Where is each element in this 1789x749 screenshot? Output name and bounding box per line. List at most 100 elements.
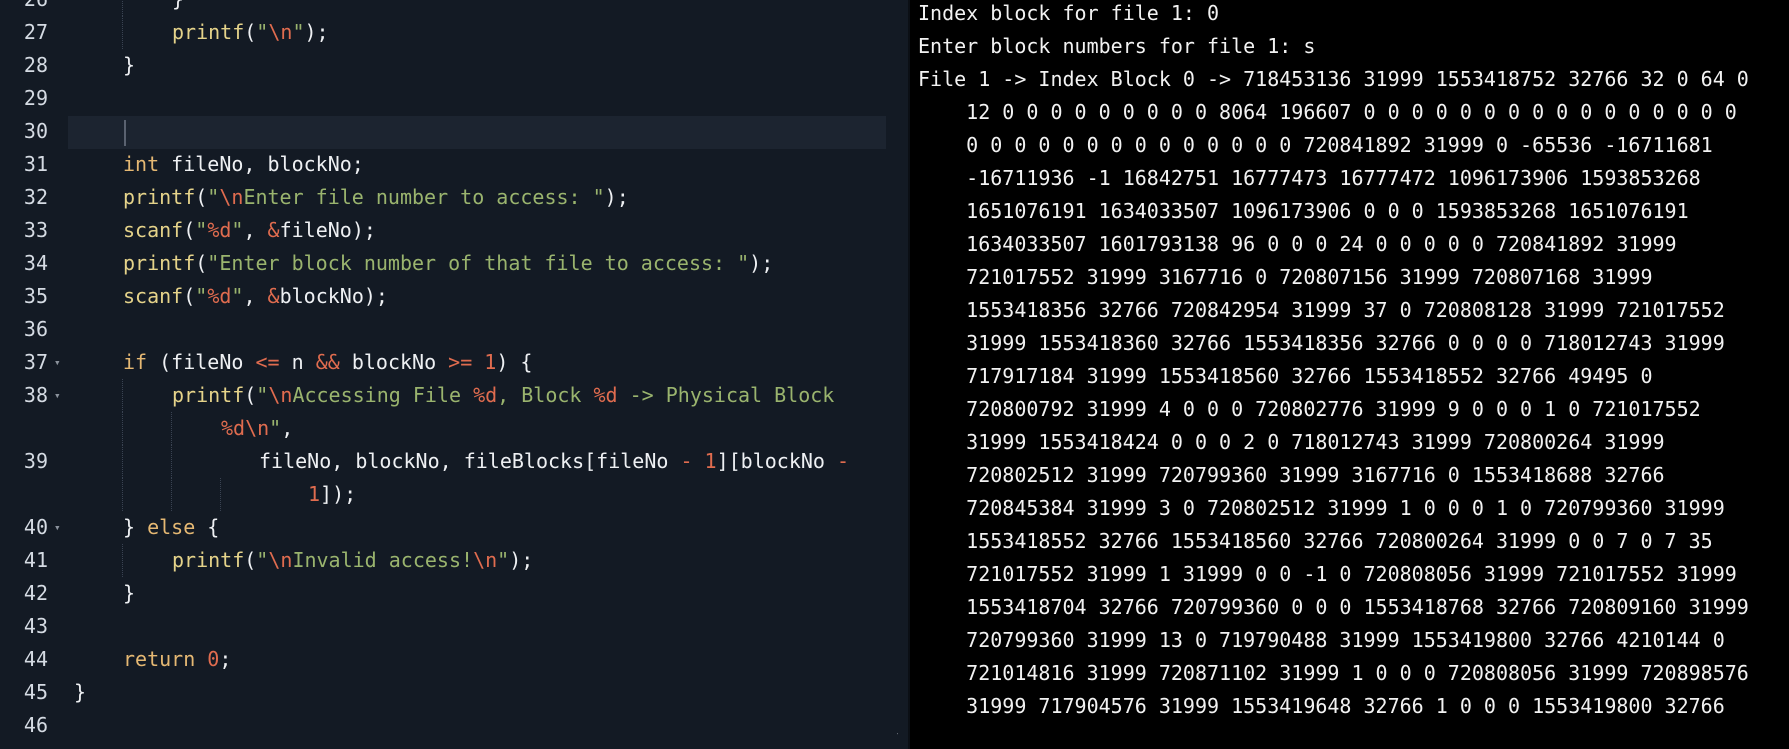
code-line[interactable]: scanf("%d", &blockNo); xyxy=(123,280,388,313)
code-line[interactable]: } xyxy=(123,49,135,82)
code-token: " xyxy=(292,20,305,44)
indent-guide xyxy=(122,0,123,16)
code-token: 1 xyxy=(484,350,497,374)
code-token: " xyxy=(231,284,244,308)
code-line[interactable]: printf("Enter block number of that file … xyxy=(123,247,773,280)
code-token: %d xyxy=(207,218,232,242)
code-token: " xyxy=(256,548,269,572)
code-line[interactable]: } else { xyxy=(123,511,219,544)
code-token: Invalid access! xyxy=(292,548,474,572)
console-line: 717917184 31999 1553418560 32766 1553418… xyxy=(918,364,1653,388)
code-token: printf xyxy=(172,548,245,572)
console-line: 720802512 31999 720799360 31999 3167716 … xyxy=(918,463,1665,487)
line-number-gutter: 262728293031323334353637▾38▾3940▾4142434… xyxy=(0,0,61,749)
line-number: 38 xyxy=(23,383,48,407)
code-line[interactable]: } xyxy=(74,676,86,709)
code-token: , xyxy=(243,284,268,308)
editor-scrollbar[interactable]: ▾ xyxy=(896,0,898,749)
code-token: ); xyxy=(604,185,629,209)
code-token: " xyxy=(231,218,244,242)
code-token: %d xyxy=(207,284,232,308)
code-line[interactable]: 1]); xyxy=(308,478,356,511)
code-token: } xyxy=(74,680,87,704)
code-line[interactable]: scanf("%d", &fileNo); xyxy=(123,214,376,247)
code-line[interactable]: int fileNo, blockNo; xyxy=(123,148,364,181)
code-token: " xyxy=(256,20,269,44)
code-editor[interactable]: 262728293031323334353637▾38▾3940▾4142434… xyxy=(0,0,898,749)
fold-toggle-icon[interactable]: ▾ xyxy=(54,379,61,412)
console-line: 31999 1553418424 0 0 0 2 0 718012743 319… xyxy=(918,430,1665,454)
indent-guide xyxy=(171,445,172,478)
line-number: 40 xyxy=(23,515,48,539)
current-line-highlight xyxy=(68,116,886,149)
code-line[interactable]: printf("\nAccessing File %d, Block %d ->… xyxy=(172,379,834,412)
code-line[interactable]: printf("\n"); xyxy=(172,16,329,49)
code-token: ( xyxy=(244,20,257,44)
line-number: 34 xyxy=(23,251,48,275)
console-line: 721017552 31999 1 31999 0 0 -1 0 7208080… xyxy=(918,562,1737,586)
code-token: 0 xyxy=(207,647,220,671)
line-number: 28 xyxy=(23,53,48,77)
code-token: \n xyxy=(268,20,293,44)
code-token: (fileNo xyxy=(147,350,256,374)
indent-guide xyxy=(122,544,123,577)
code-token: \n xyxy=(268,383,293,407)
line-number: 36 xyxy=(23,317,48,341)
console-line: 31999 1553418360 32766 1553418356 32766 … xyxy=(918,331,1725,355)
code-token: ][blockNo xyxy=(716,449,837,473)
code-token: } xyxy=(123,515,148,539)
console-output[interactable]: Index block for file 1: 0 Enter block num… xyxy=(910,0,1789,749)
line-number: 31 xyxy=(23,152,48,176)
line-number: 33 xyxy=(23,218,48,242)
console-line: 720799360 31999 13 0 719790488 31999 155… xyxy=(918,628,1725,652)
code-token: >= xyxy=(448,350,473,374)
fold-toggle-icon[interactable]: ▾ xyxy=(54,511,61,544)
indent-guide xyxy=(122,379,123,412)
console-line: 1634033507 1601793138 96 0 0 0 24 0 0 0 … xyxy=(918,232,1677,256)
line-number: 42 xyxy=(23,581,48,605)
code-line[interactable]: printf("\nEnter file number to access: "… xyxy=(123,181,629,214)
code-line[interactable]: fileNo, blockNo, fileBlocks[fileNo - 1][… xyxy=(259,445,849,478)
indent-guide xyxy=(171,478,172,511)
line-number: 26 xyxy=(0,0,48,16)
code-token: else xyxy=(147,515,196,539)
code-line[interactable]: } xyxy=(123,577,135,610)
code-line[interactable]: if (fileNo <= n && blockNo >= 1) { xyxy=(123,346,532,379)
code-token: ; xyxy=(219,647,232,671)
console-line: -16711936 -1 16842751 16777473 16777472 … xyxy=(918,166,1701,190)
code-line[interactable]: } xyxy=(172,0,184,16)
code-token: if xyxy=(123,350,148,374)
code-line[interactable]: printf("\nInvalid access!\n"); xyxy=(172,544,533,577)
code-token: - xyxy=(680,449,693,473)
console-line: Enter block numbers for file 1: s xyxy=(918,34,1316,58)
code-line[interactable]: %d\n", xyxy=(221,412,293,445)
code-token: 1 xyxy=(308,482,321,506)
code-token: \n xyxy=(473,548,498,572)
line-number: 39 xyxy=(23,449,48,473)
scroll-down-arrow-icon[interactable]: ▾ xyxy=(896,728,898,741)
code-token: fileNo); xyxy=(279,218,376,242)
code-token: && xyxy=(315,350,340,374)
code-token: "Enter block number of that file to acce… xyxy=(207,251,750,275)
console-line: 31999 717904576 31999 1553419648 32766 1… xyxy=(918,694,1725,718)
code-line[interactable]: return 0; xyxy=(123,643,231,676)
console-line: Index block for file 1: 0 xyxy=(918,1,1220,25)
code-token: } xyxy=(123,581,136,605)
code-token: Enter file number to access: " xyxy=(243,185,605,209)
fold-toggle-icon[interactable]: ▾ xyxy=(54,346,61,379)
code-token: " xyxy=(195,284,208,308)
console-line: 1553418356 32766 720842954 31999 37 0 72… xyxy=(918,298,1725,322)
line-number: 43 xyxy=(23,614,48,638)
console-line: 721017552 31999 3167716 0 720807156 3199… xyxy=(918,265,1653,289)
code-token: %d xyxy=(473,383,498,407)
console-line: 720845384 31999 3 0 720802512 31999 1 0 … xyxy=(918,496,1725,520)
code-token: } xyxy=(172,0,184,11)
indent-guide xyxy=(171,412,172,445)
code-token: %d\n xyxy=(221,416,270,440)
code-token: , xyxy=(281,416,294,440)
line-number: 37 xyxy=(23,350,48,374)
indent-guide xyxy=(122,412,123,445)
code-token: " xyxy=(269,416,282,440)
